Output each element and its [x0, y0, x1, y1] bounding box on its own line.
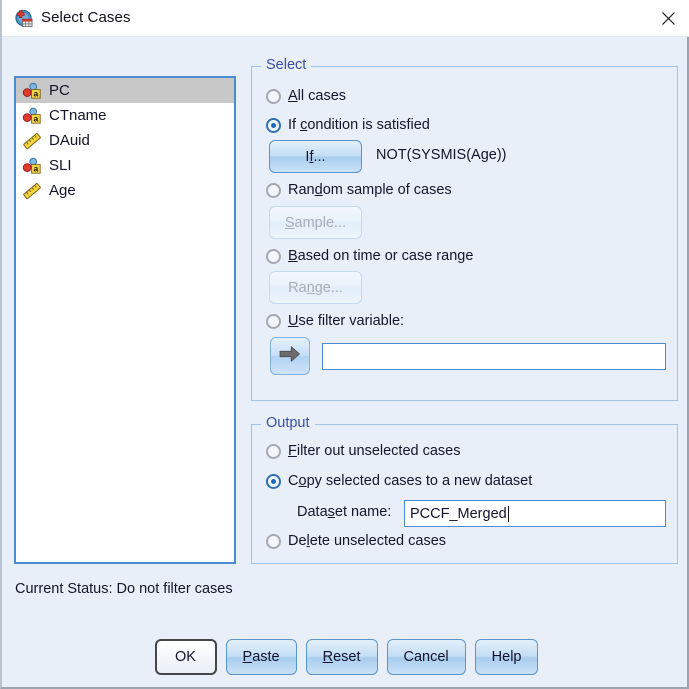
radio-indicator — [266, 248, 281, 264]
variable-list[interactable]: a PC a CTname DAuid a SLI Age — [14, 76, 236, 564]
svg-text:a: a — [34, 113, 39, 123]
reset-button[interactable]: Reset — [305, 639, 378, 675]
radio-indicator — [266, 313, 281, 329]
variable-list-item[interactable]: a PC — [16, 78, 234, 103]
filter-variable-input[interactable] — [322, 343, 666, 370]
radio-filter-out-unselected[interactable]: Filter out unselected cases — [266, 443, 460, 459]
nominal-string-icon: a — [22, 107, 42, 125]
current-status-label: Current Status: Do not filter cases — [15, 581, 233, 597]
help-button-label: Help — [491, 649, 522, 665]
variable-list-item-label: DAuid — [49, 132, 90, 149]
sample-button[interactable]: Sample... — [269, 206, 362, 239]
move-variable-arrow-button[interactable] — [270, 337, 310, 375]
svg-text:a: a — [34, 88, 39, 98]
dataset-name-input[interactable]: PCCF_Merged — [404, 500, 666, 527]
dataset-name-label: Dataset name: — [297, 504, 392, 520]
radio-copy-selected-to-dataset[interactable]: Copy selected cases to a new dataset — [266, 473, 532, 489]
svg-text:a: a — [34, 163, 39, 173]
radio-indicator — [266, 473, 281, 489]
reset-button-label: Reset — [322, 649, 361, 665]
variable-list-item-label: Age — [49, 182, 76, 199]
radio-indicator — [266, 533, 281, 549]
radio-indicator — [266, 182, 281, 198]
variable-list-item-label: CTname — [49, 107, 107, 124]
radio-all-cases[interactable]: All cases — [266, 88, 346, 104]
ok-button[interactable]: OK — [154, 639, 217, 675]
spss-select-cases-icon — [14, 9, 34, 29]
radio-all-cases-label: All cases — [288, 88, 347, 104]
radio-random-sample[interactable]: Random sample of cases — [266, 182, 452, 198]
dialog-footer: OK Paste Reset Cancel Help — [2, 639, 689, 679]
if-button[interactable]: If... — [269, 140, 362, 173]
radio-use-filter-variable-label: Use filter variable: — [288, 313, 405, 329]
range-button[interactable]: Range... — [269, 271, 362, 304]
if-condition-expression: NOT(SYSMIS(Age)) — [376, 147, 507, 163]
select-group-title: Select — [261, 57, 312, 73]
variable-list-item[interactable]: Age — [16, 178, 234, 203]
help-button[interactable]: Help — [474, 639, 539, 675]
window-title: Select Cases — [41, 9, 131, 26]
nominal-string-icon: a — [22, 157, 42, 175]
scale-ruler-icon — [22, 182, 42, 200]
select-cases-dialog: Select Cases a PC a CTname DAuid a SLI Age Sele… — [0, 0, 689, 689]
radio-time-case-range[interactable]: Based on time or case range — [266, 248, 473, 264]
radio-delete-unselected[interactable]: Delete unselected cases — [266, 533, 446, 549]
cancel-button[interactable]: Cancel — [386, 639, 466, 675]
ok-button-label: OK — [175, 649, 196, 665]
radio-copy-selected-to-dataset-label: Copy selected cases to a new dataset — [288, 473, 533, 489]
scale-ruler-icon — [22, 132, 42, 150]
radio-indicator — [266, 117, 281, 133]
cancel-button-label: Cancel — [403, 649, 449, 665]
radio-delete-unselected-label: Delete unselected cases — [288, 533, 447, 549]
variable-list-item[interactable]: DAuid — [16, 128, 234, 153]
paste-button[interactable]: Paste — [225, 639, 297, 675]
variable-list-item[interactable]: a CTname — [16, 103, 234, 128]
variable-list-item[interactable]: a SLI — [16, 153, 234, 178]
radio-random-sample-label: Random sample of cases — [288, 182, 452, 198]
paste-button-label: Paste — [242, 649, 280, 665]
variable-list-item-label: SLI — [49, 157, 72, 174]
range-button-label: Range... — [288, 279, 343, 296]
radio-if-condition[interactable]: If condition is satisfied — [266, 117, 430, 133]
radio-use-filter-variable[interactable]: Use filter variable: — [266, 313, 404, 329]
text-caret — [507, 505, 509, 522]
dataset-name-value: PCCF_Merged — [410, 505, 507, 522]
right-arrow-icon — [278, 345, 302, 367]
variable-list-item-label: PC — [49, 82, 70, 99]
title-bar: Select Cases — [2, 0, 689, 37]
radio-filter-out-unselected-label: Filter out unselected cases — [288, 443, 461, 459]
radio-if-condition-label: If condition is satisfied — [288, 117, 430, 133]
sample-button-label: Sample... — [284, 214, 347, 231]
output-group-title: Output — [261, 415, 315, 431]
radio-indicator — [266, 443, 281, 459]
close-icon[interactable] — [645, 0, 689, 36]
nominal-string-icon: a — [22, 82, 42, 100]
radio-indicator — [266, 88, 281, 104]
radio-time-case-range-label: Based on time or case range — [288, 248, 474, 264]
if-button-label: If... — [305, 148, 326, 165]
